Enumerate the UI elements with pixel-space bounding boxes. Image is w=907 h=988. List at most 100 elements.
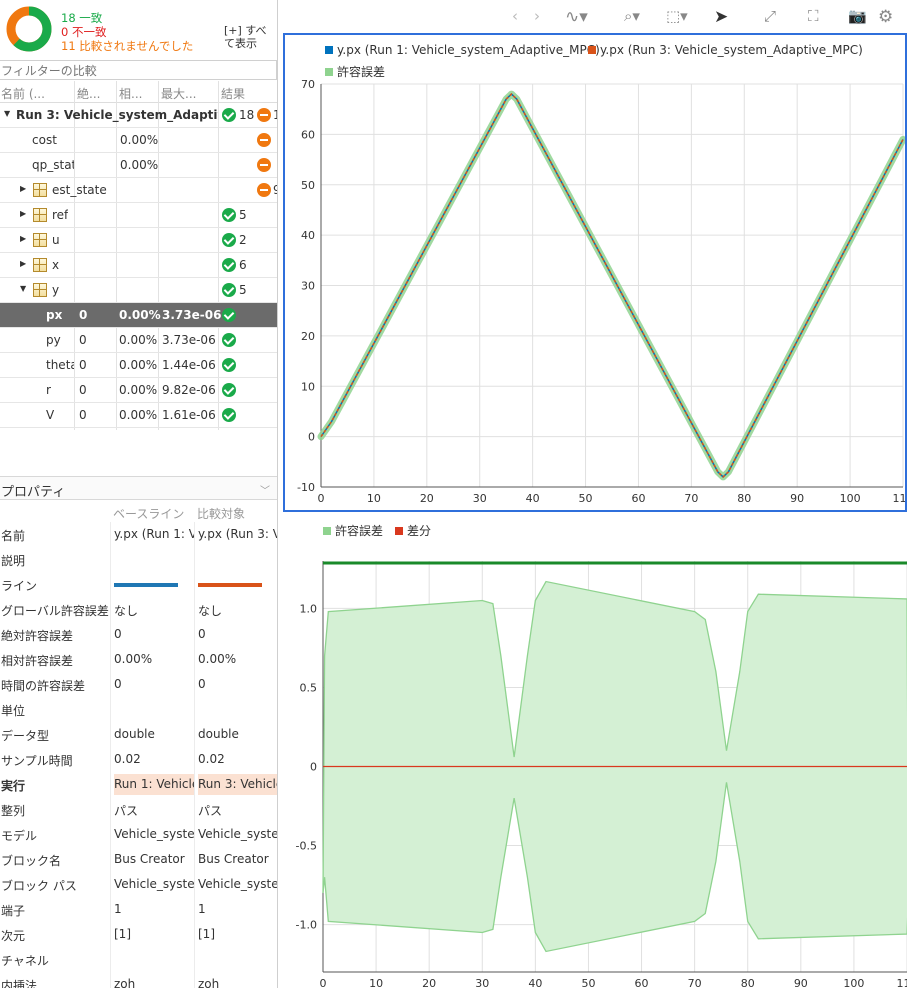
legend-item-run1[interactable]: y.px (Run 1: Vehicle_system_Adaptive_MPC… [325, 43, 600, 57]
property-compare-value: zoh [198, 977, 220, 988]
table-row[interactable]: py 0 0.00% 3.73e-06 [0, 328, 277, 353]
expand-triangle-icon[interactable]: ▶ [20, 184, 26, 193]
fit-view-icon[interactable]: ⤢ [764, 7, 776, 25]
table-row[interactable]: r 0 0.00% 9.82e-06 [0, 378, 277, 403]
difference-plot-canvas[interactable]: 0 10 20 30 40 50 60 70 80 90 100 110 -1.0 -0.5 0 0.5 1.0 [283, 541, 907, 988]
expand-triangle-icon[interactable]: ▶ [20, 209, 26, 218]
legend-item-difference[interactable]: 差分 [395, 522, 431, 539]
table-row[interactable]: ▶ est_state 9 [0, 178, 277, 203]
property-baseline-value: y.px (Run 1: Vehicle [114, 527, 194, 541]
property-compare-value: 0 [198, 677, 206, 691]
y-tick-label: 0 [310, 761, 317, 774]
row-abs-tol: 0 [79, 358, 87, 372]
zoom-icon[interactable]: ⌕▾ [624, 7, 640, 25]
x-tick-label: 50 [579, 492, 593, 505]
property-baseline-value: なし [114, 604, 139, 618]
forward-icon[interactable]: › [534, 7, 540, 25]
expand-triangle-icon[interactable]: ▶ [20, 234, 26, 243]
chevron-down-icon[interactable]: ﹀ [260, 482, 270, 497]
difference-plot[interactable]: 許容誤差 差分 0 10 20 30 40 50 60 70 80 90 100 110 -1.0 -0.… [283, 517, 907, 988]
row-max-diff: 1.61e-06 [162, 408, 216, 422]
col-header-result[interactable]: 結果 [221, 85, 276, 102]
fullscreen-icon[interactable]: ⛶ [808, 7, 819, 25]
property-key: 単位 [1, 704, 26, 718]
property-key: 絶対許容誤差 [1, 629, 74, 643]
table-row[interactable]: ▼ y 5 [0, 278, 277, 303]
legend-item-tolerance[interactable]: 許容誤差 [325, 63, 385, 80]
table-row[interactable]: cost 0.00% [0, 128, 277, 153]
signal-style-icon[interactable]: ∿▾ [565, 7, 588, 27]
y-tick-label: 30 [301, 280, 315, 293]
table-row-run3[interactable]: ▼ Run 3: Vehicle_system_Adaptive_M 18 1 [0, 103, 277, 128]
x-tick-label: 110 [893, 492, 906, 505]
property-row: 次元 [1] [1] [0, 922, 277, 947]
snapshot-icon[interactable]: 📷 [848, 7, 867, 25]
row-max-diff: 3.73e-06 [162, 308, 222, 322]
property-row: ブロック名 Bus Creator Bus Creator [0, 847, 277, 872]
property-compare-value: Vehicle_system [198, 827, 278, 841]
row-abs-tol: 0 [79, 308, 88, 322]
settings-icon[interactable]: ⚙ [878, 7, 893, 27]
match-count: 18 [239, 108, 255, 122]
property-compare-value: Run 3: Vehicle_ [198, 774, 277, 795]
legend-swatch [395, 527, 403, 535]
row-abs-tol: 0 [79, 383, 87, 397]
compare-column-label: 比較対象 [197, 507, 246, 521]
signal-plot[interactable]: y.px (Run 1: Vehicle_system_Adaptive_MPC… [283, 33, 907, 512]
property-baseline-value: Bus Creator [114, 852, 185, 866]
x-tick-label: 70 [684, 492, 698, 505]
property-row: 時間の許容誤差 0 0 [0, 672, 277, 697]
not-compared-count: 11 比較されませんでした [61, 39, 194, 53]
table-row[interactable]: theta 0 0.00% 1.44e-06 [0, 353, 277, 378]
x-tick-label: 80 [741, 977, 755, 988]
property-compare-value: Vehicle_system [198, 877, 278, 891]
x-tick-label: 30 [475, 977, 489, 988]
table-row[interactable]: ▶ ref 5 [0, 203, 277, 228]
col-header-name[interactable]: 名前 (... [1, 85, 71, 102]
property-key: ライン [1, 579, 38, 593]
table-row[interactable]: ▶ u 2 [0, 228, 277, 253]
property-key: データ型 [1, 729, 50, 743]
table-row[interactable]: qp_statu 0.00% [0, 153, 277, 178]
collapse-triangle-icon[interactable]: ▼ [20, 284, 26, 293]
property-key: ブロック名 [1, 854, 62, 868]
legend-item-run3[interactable]: y.px (Run 3: Vehicle_system_Adaptive_MPC… [588, 43, 863, 57]
y-tick-label: 20 [301, 330, 315, 343]
row-name: V [46, 408, 55, 422]
table-row-selected[interactable]: px 0 0.00% 3.73e-06 [0, 303, 277, 328]
back-icon[interactable]: ‹ [512, 7, 518, 25]
property-key: ブロック パス [1, 879, 77, 893]
y-tick-label: -10 [297, 481, 315, 494]
zoom-area-icon[interactable]: ⬚▾ [666, 7, 688, 25]
expand-triangle-icon[interactable]: ▶ [20, 259, 26, 268]
col-header-max[interactable]: 最大... [161, 85, 216, 102]
properties-column-header: ベースライン 比較対象 [0, 502, 277, 522]
bus-icon [33, 258, 47, 272]
col-header-rel[interactable]: 相... [119, 85, 157, 102]
y-tick-label: 40 [301, 229, 315, 242]
filter-comparison-input[interactable] [0, 60, 277, 80]
table-row[interactable]: ▶ x 6 [0, 253, 277, 278]
table-row[interactable]: V 0 0.00% 1.61e-06 [0, 403, 277, 428]
row-rel-tol: 0.00% [119, 358, 158, 372]
collapse-triangle-icon[interactable]: ▼ [4, 109, 10, 118]
property-key: 整列 [1, 804, 26, 818]
properties-header[interactable]: プロパティ ﹀ [0, 476, 277, 500]
baseline-line-sample [114, 583, 178, 587]
show-all-link[interactable]: [+] すべて表示 [224, 24, 274, 50]
property-baseline-value: パス [114, 804, 139, 818]
match-count: 18 一致 [61, 11, 103, 25]
x-tick-label: 60 [631, 492, 645, 505]
property-row: ライン [0, 572, 277, 597]
signal-plot-canvas[interactable]: 0102030405060708090100110-10010203040506… [285, 80, 905, 510]
not-compared-count: 9 [273, 183, 277, 197]
match-count: 5 [239, 208, 247, 222]
cursor-icon[interactable]: ➤ [714, 7, 728, 27]
col-header-abs[interactable]: 絶... [77, 85, 115, 102]
legend-item-tolerance[interactable]: 許容誤差 [323, 522, 383, 539]
property-key: 相対許容誤差 [1, 654, 74, 668]
row-rel-tol: 0.00% [119, 308, 161, 322]
property-baseline-value: [1] [114, 927, 131, 941]
row-name: y [52, 283, 60, 297]
property-key: 端子 [1, 904, 26, 918]
